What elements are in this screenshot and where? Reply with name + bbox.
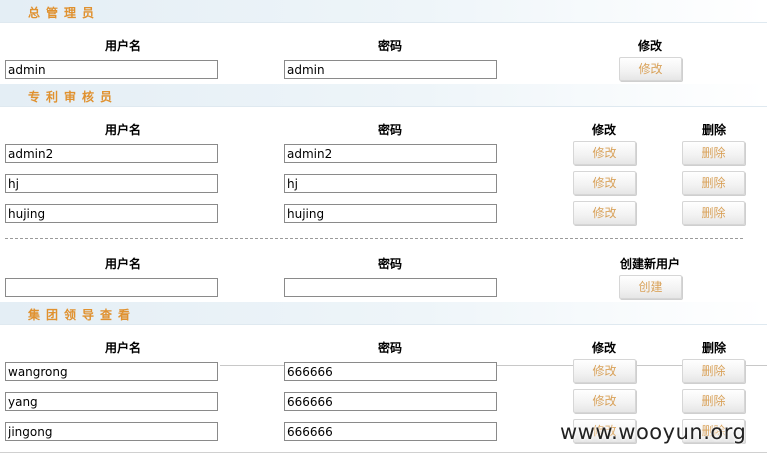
reviewer-modify-button[interactable]: 修改 bbox=[573, 201, 636, 225]
reviewer-password-input[interactable] bbox=[284, 174, 497, 193]
leader-username-input[interactable] bbox=[5, 362, 218, 381]
column-header-modify: 修改 bbox=[637, 39, 662, 53]
reviewer-delete-button[interactable]: 删除 bbox=[682, 141, 745, 165]
column-header-modify: 修改 bbox=[591, 341, 616, 355]
column-header-delete: 删除 bbox=[701, 123, 726, 137]
reviewer-username-input[interactable] bbox=[5, 174, 218, 193]
column-header-password: 密码 bbox=[377, 39, 402, 53]
column-header-password: 密码 bbox=[377, 257, 402, 271]
column-header-username: 用户名 bbox=[104, 123, 141, 137]
column-header-modify: 修改 bbox=[591, 123, 616, 137]
column-header-username: 用户名 bbox=[104, 341, 141, 355]
column-header-create-new-user: 创建新用户 bbox=[619, 257, 680, 271]
leader-delete-button[interactable]: 删除 bbox=[682, 389, 745, 413]
section-header-reviewer: 专利审核员 bbox=[0, 84, 767, 107]
reviewer-modify-button[interactable]: 修改 bbox=[573, 171, 636, 195]
reviewer-username-input[interactable] bbox=[5, 204, 218, 223]
section-title: 总管理员 bbox=[28, 6, 101, 20]
leader-delete-button[interactable]: 删除 bbox=[682, 359, 745, 383]
leader-username-input[interactable] bbox=[5, 392, 218, 411]
reviewer-delete-button[interactable]: 删除 bbox=[682, 201, 745, 225]
reviewer-modify-button[interactable]: 修改 bbox=[573, 141, 636, 165]
section-header-leader: 集团领导查看 bbox=[0, 302, 767, 325]
section-title: 专利审核员 bbox=[28, 90, 119, 104]
leader-password-input[interactable] bbox=[284, 362, 497, 381]
admin-username-input[interactable] bbox=[5, 60, 218, 79]
column-header-username: 用户名 bbox=[104, 257, 141, 271]
new-username-input[interactable] bbox=[5, 278, 218, 297]
column-header-password: 密码 bbox=[377, 123, 402, 137]
admin-modify-button[interactable]: 修改 bbox=[619, 57, 682, 81]
section-title: 集团领导查看 bbox=[28, 308, 137, 322]
create-user-button[interactable]: 创建 bbox=[619, 275, 682, 299]
watermark: www.wooyun.org bbox=[560, 420, 747, 444]
dashed-divider bbox=[5, 238, 743, 239]
column-header-delete: 删除 bbox=[701, 341, 726, 355]
new-password-input[interactable] bbox=[284, 278, 497, 297]
bottom-divider bbox=[0, 452, 767, 453]
leader-password-input[interactable] bbox=[284, 392, 497, 411]
reviewer-delete-button[interactable]: 删除 bbox=[682, 171, 745, 195]
leader-password-input[interactable] bbox=[284, 422, 497, 441]
leader-modify-button[interactable]: 修改 bbox=[573, 359, 636, 383]
column-header-password: 密码 bbox=[377, 341, 402, 355]
admin-password-input[interactable] bbox=[284, 60, 497, 79]
section-header-admin: 总管理员 bbox=[0, 0, 767, 23]
column-header-username: 用户名 bbox=[104, 39, 141, 53]
reviewer-password-input[interactable] bbox=[284, 144, 497, 163]
reviewer-username-input[interactable] bbox=[5, 144, 218, 163]
reviewer-password-input[interactable] bbox=[284, 204, 497, 223]
leader-username-input[interactable] bbox=[5, 422, 218, 441]
leader-modify-button[interactable]: 修改 bbox=[573, 389, 636, 413]
